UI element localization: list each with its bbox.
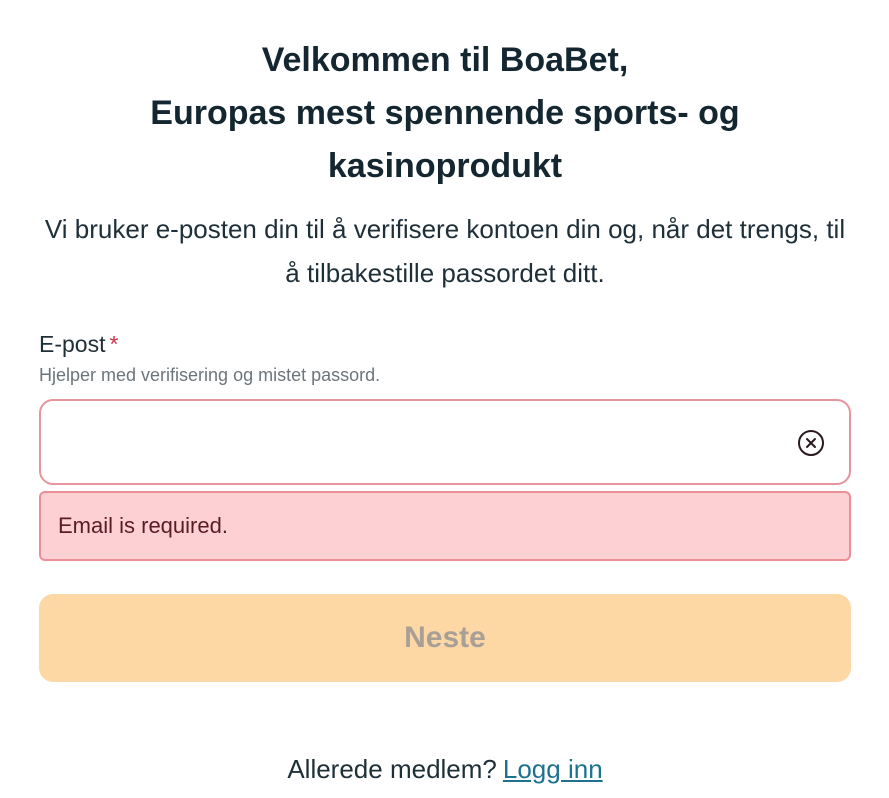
clear-email-button[interactable] [797,429,825,457]
email-field-group: E-post * Hjelper med verifisering og mist… [39,329,851,561]
email-input[interactable] [57,401,781,485]
next-button[interactable]: Neste [39,594,851,682]
page-subtitle: Vi bruker e-posten din til å verifisere … [44,214,846,288]
email-error-message: Email is required. [39,491,851,561]
page-title: Velkommen til BoaBet, Europas mest spenn… [39,0,851,193]
login-link[interactable]: Logg inn [503,754,603,784]
title-line-1: Velkommen til BoaBet, [261,41,629,79]
title-line-3: kasinoprodukt [327,147,563,185]
email-helper-text: Hjelper med verifisering og mistet passo… [39,365,381,385]
required-marker: * [109,331,119,357]
login-prompt-text: Allerede medlem? [287,754,497,784]
close-circle-icon [798,430,824,456]
email-label-text: E-post [39,331,106,357]
login-prompt: Allerede medlem? Logg inn [39,752,851,786]
email-input-wrapper [39,399,851,485]
email-label: E-post * [39,329,851,359]
signup-form: Velkommen til BoaBet, Europas mest spenn… [39,0,851,786]
title-line-2: Europas mest spennende sports- og [150,94,740,132]
